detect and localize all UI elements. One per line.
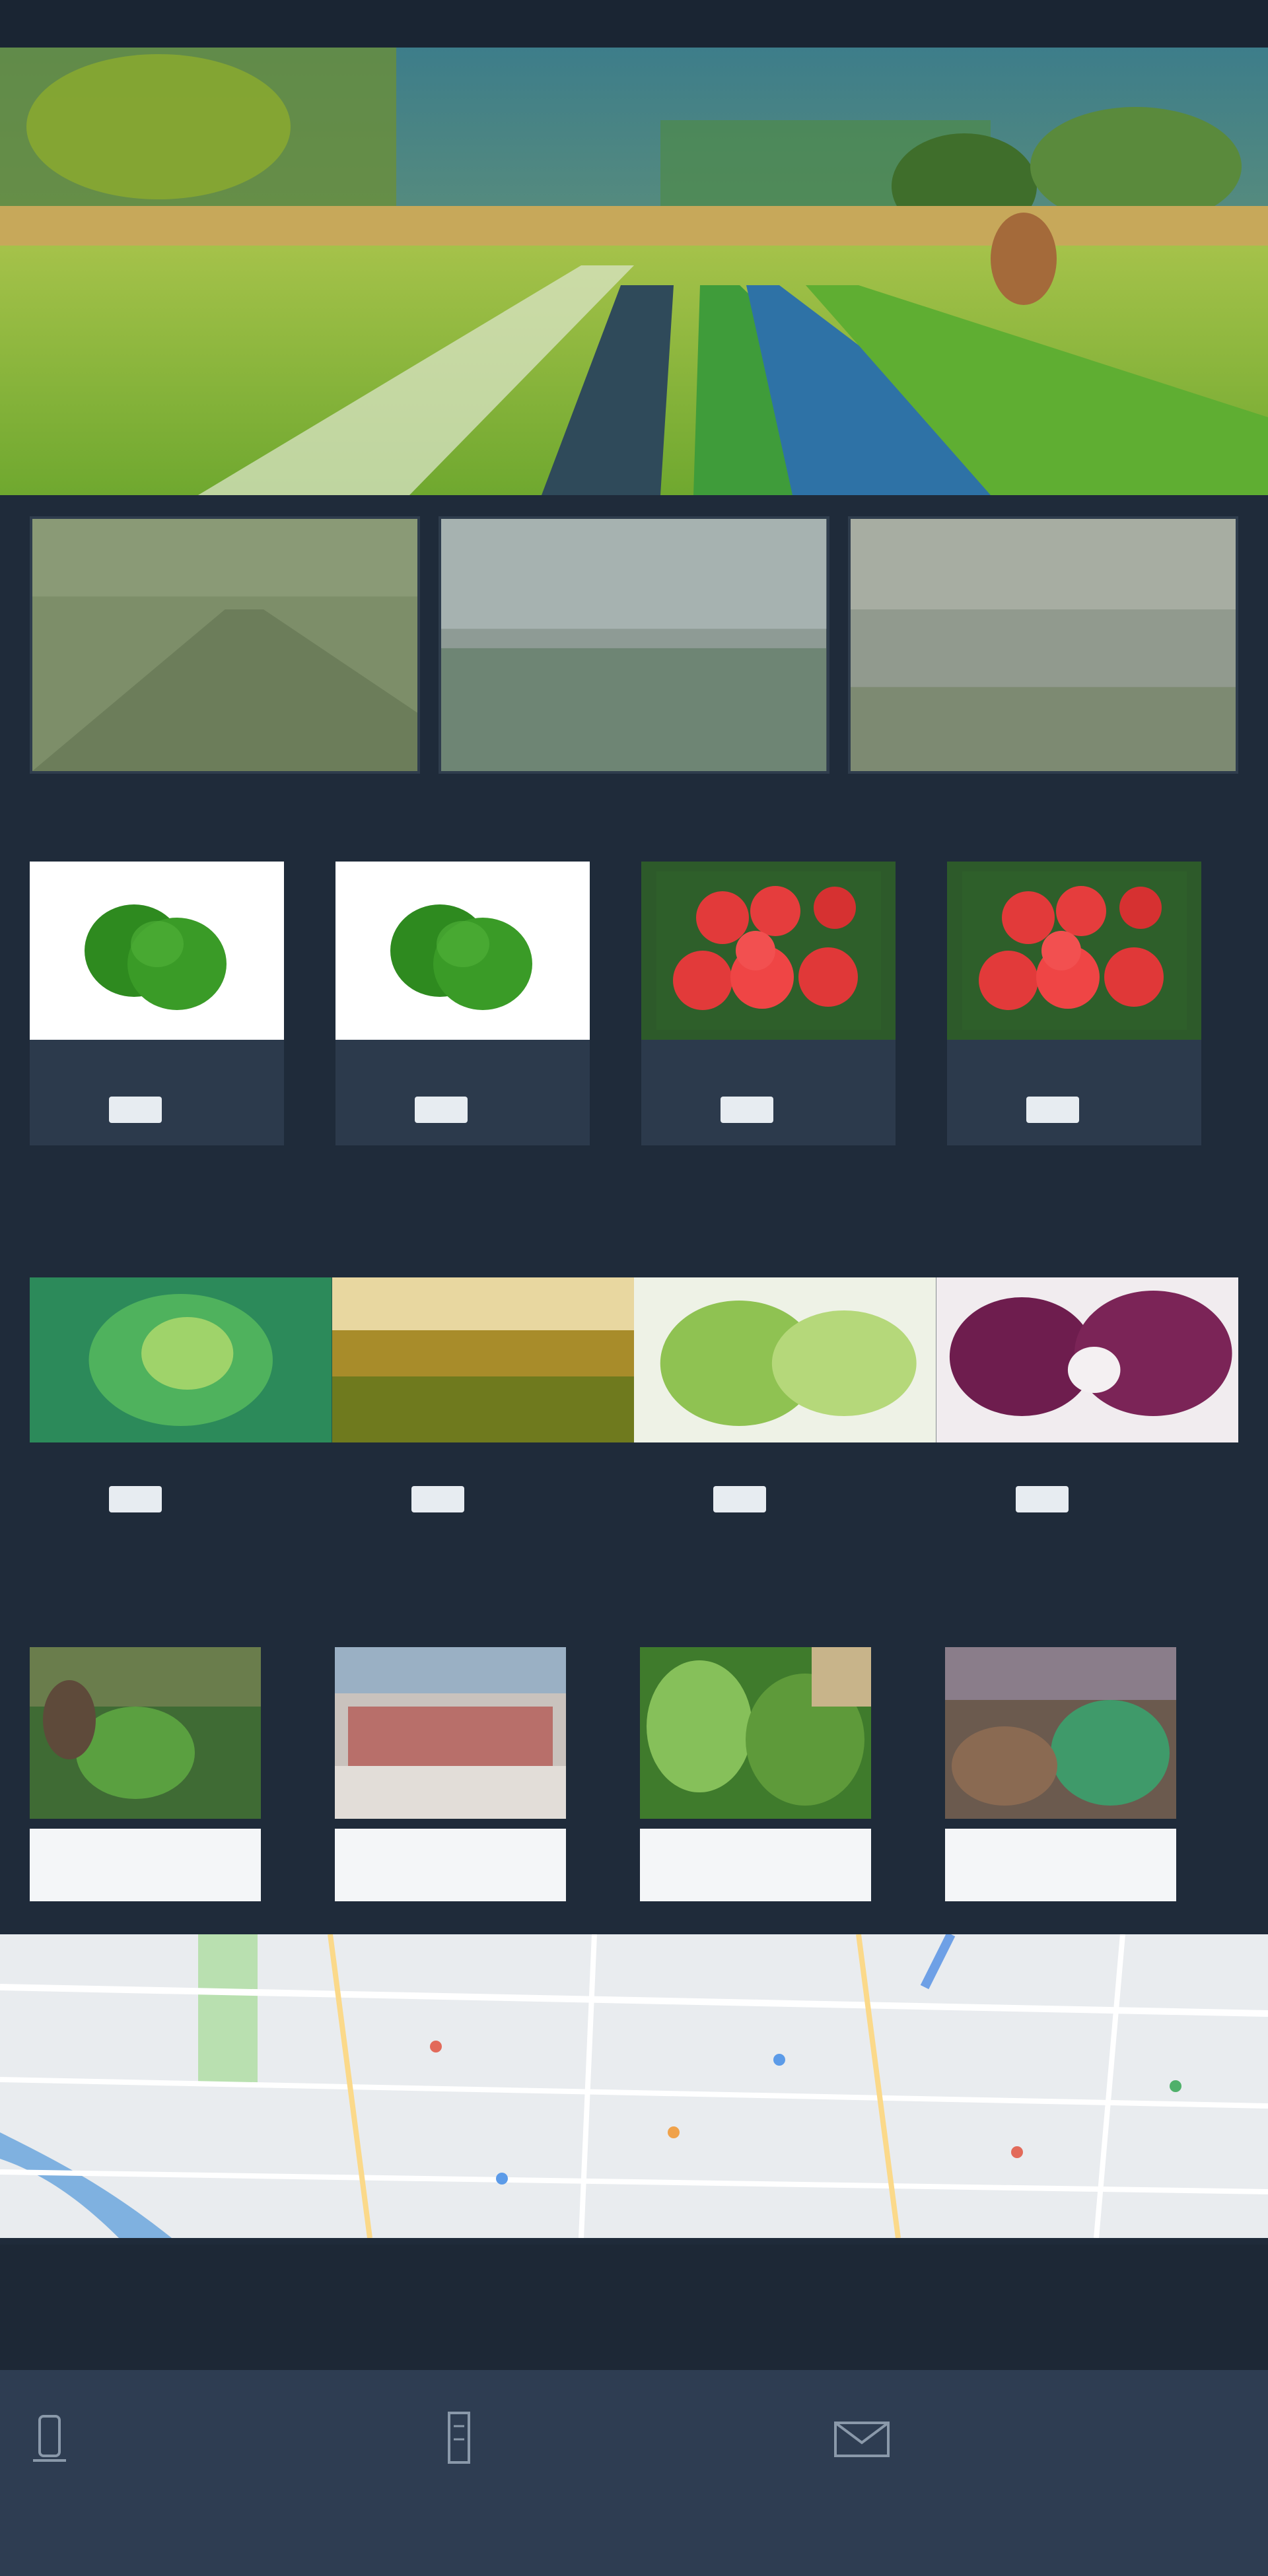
phone-icon bbox=[20, 2410, 79, 2469]
featured-strip bbox=[30, 1277, 1238, 1442]
location-map[interactable] bbox=[0, 1934, 1268, 2238]
product-image-green-vegetable bbox=[335, 862, 590, 1040]
top-navigation bbox=[0, 0, 1268, 48]
news-card[interactable] bbox=[30, 1647, 261, 1911]
product-card[interactable] bbox=[335, 862, 590, 1145]
product-card[interactable] bbox=[947, 862, 1201, 1145]
footer-band bbox=[0, 2245, 1268, 2370]
news-card[interactable] bbox=[945, 1647, 1176, 1911]
banner-field-1[interactable] bbox=[30, 516, 421, 774]
buy-button[interactable] bbox=[109, 1486, 162, 1512]
product-list bbox=[30, 862, 1201, 1145]
product-image-red-tomatoes bbox=[947, 862, 1201, 1040]
featured-item bbox=[30, 1449, 332, 1535]
news-image-market bbox=[335, 1647, 566, 1819]
buy-button[interactable] bbox=[411, 1486, 464, 1512]
news-caption bbox=[640, 1829, 871, 1901]
featured-image-green-cabbage[interactable] bbox=[30, 1277, 332, 1442]
news-card[interactable] bbox=[335, 1647, 566, 1911]
news-caption bbox=[335, 1829, 566, 1901]
footer-column-address bbox=[429, 2410, 641, 2478]
news-list bbox=[30, 1647, 1176, 1911]
buy-button[interactable] bbox=[1015, 1486, 1069, 1512]
buy-button[interactable] bbox=[713, 1486, 766, 1512]
buy-button[interactable] bbox=[415, 1097, 468, 1123]
footer-column-phone bbox=[20, 2410, 231, 2478]
news-caption bbox=[30, 1829, 261, 1901]
buy-button[interactable] bbox=[109, 1097, 162, 1123]
featured-meta-row bbox=[30, 1449, 1238, 1535]
product-card[interactable] bbox=[641, 862, 896, 1145]
buy-button[interactable] bbox=[1026, 1097, 1079, 1123]
product-card[interactable] bbox=[30, 862, 284, 1145]
banner-greenhouse[interactable] bbox=[439, 516, 829, 774]
mail-icon bbox=[832, 2410, 892, 2469]
news-image-farm-worker bbox=[30, 1647, 261, 1819]
banner-row bbox=[30, 516, 1238, 774]
footer-column-mail bbox=[832, 2410, 1043, 2478]
news-image-greenhouse-crops bbox=[640, 1647, 871, 1819]
footer bbox=[0, 2370, 1268, 2576]
news-caption bbox=[945, 1829, 1176, 1901]
featured-image-wheat-field[interactable] bbox=[332, 1277, 634, 1442]
site-logo[interactable] bbox=[53, 14, 251, 34]
product-image-red-tomatoes bbox=[641, 862, 896, 1040]
product-image-green-vegetable bbox=[30, 862, 284, 1040]
featured-image-lettuce[interactable] bbox=[634, 1277, 936, 1442]
building-icon bbox=[429, 2410, 489, 2469]
news-image-field-harvest bbox=[945, 1647, 1176, 1819]
news-card[interactable] bbox=[640, 1647, 871, 1911]
banner-field-3[interactable] bbox=[847, 516, 1238, 774]
featured-item bbox=[634, 1449, 936, 1535]
featured-item bbox=[332, 1449, 635, 1535]
buy-button[interactable] bbox=[721, 1097, 773, 1123]
hero-farm-image bbox=[0, 48, 1268, 495]
featured-image-red-onion[interactable] bbox=[936, 1277, 1238, 1442]
featured-item bbox=[936, 1449, 1239, 1535]
